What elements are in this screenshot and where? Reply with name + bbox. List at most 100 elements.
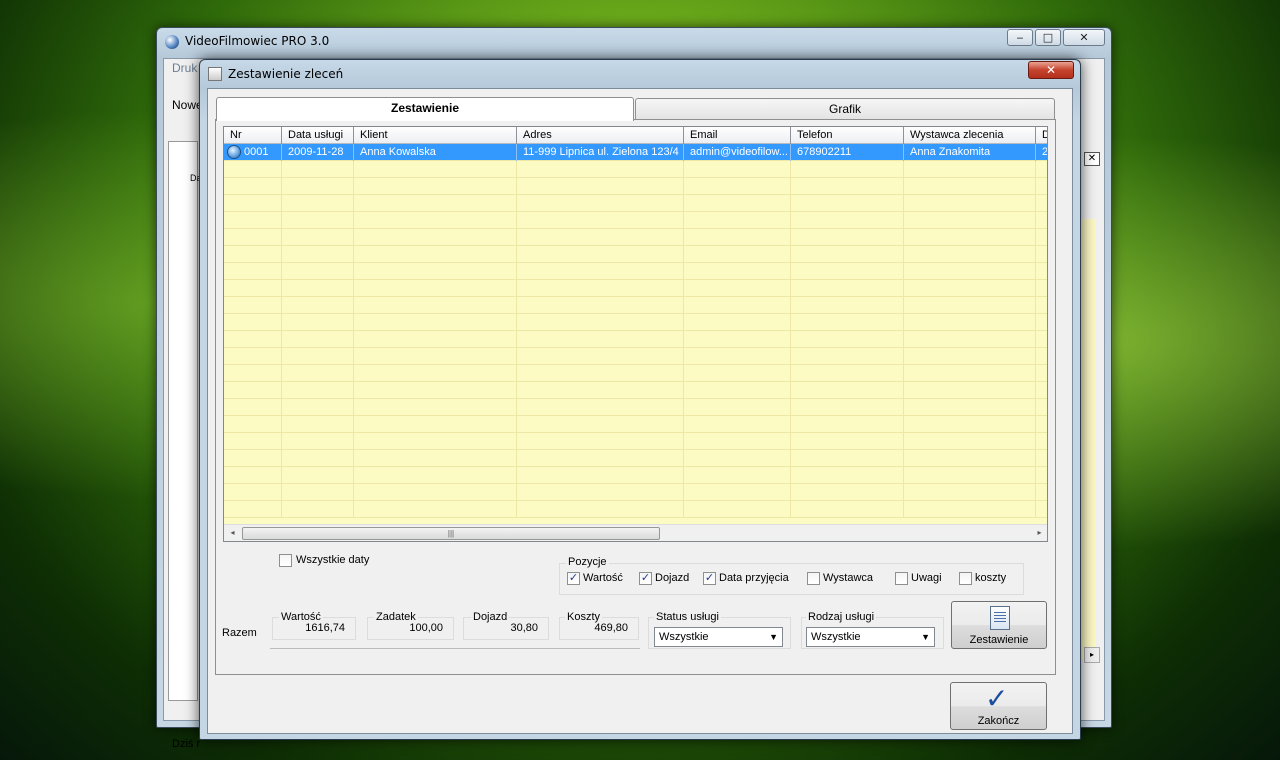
wystawca-label: Wystawca: [823, 572, 874, 584]
checkmark-icon: ✓: [985, 682, 1009, 715]
empty-cell: [1036, 246, 1047, 263]
empty-cell: [684, 263, 791, 280]
column-header[interactable]: Wystawca zlecenia: [904, 127, 1036, 144]
app-close-button[interactable]: ✕: [1063, 29, 1105, 46]
dialog-client-area: Zestawienie Grafik Nr Data usługi Klient Ad…: [207, 88, 1073, 734]
window-caption-buttons: ‒ □ ✕: [1007, 29, 1105, 46]
empty-cell: [282, 195, 354, 212]
empty-table-row: [224, 229, 1047, 246]
empty-cell: [684, 501, 791, 518]
empty-cell: [791, 484, 904, 501]
empty-cell: [224, 348, 282, 365]
tab-grafik[interactable]: Grafik: [635, 98, 1055, 120]
empty-cell: [282, 178, 354, 195]
empty-cell: [1036, 433, 1047, 450]
empty-cell: [684, 195, 791, 212]
report-button-label: Zestawienie: [969, 634, 1029, 646]
empty-cell: [354, 297, 517, 314]
empty-cell: [791, 467, 904, 484]
empty-table-row: [224, 246, 1047, 263]
empty-cell: [224, 195, 282, 212]
column-header[interactable]: Adres: [517, 127, 684, 144]
panel-scroll-arrow[interactable]: ▸: [1084, 647, 1100, 663]
empty-cell: [224, 161, 282, 178]
empty-cell: [904, 314, 1036, 331]
empty-cell: [904, 161, 1036, 178]
empty-table-row: [224, 399, 1047, 416]
uwagi-checkbox[interactable]: [895, 572, 908, 585]
minimize-button[interactable]: ‒: [1007, 29, 1033, 46]
empty-cell: [904, 212, 1036, 229]
empty-cell: [1036, 348, 1047, 365]
status-select-value: Wszystkie: [659, 631, 709, 643]
panel-close-button[interactable]: ✕: [1084, 152, 1100, 166]
wartosc-checkbox[interactable]: ✓: [567, 572, 580, 585]
empty-cell: [904, 195, 1036, 212]
scroll-right-arrow[interactable]: ▸: [1031, 525, 1047, 541]
empty-cell: [282, 297, 354, 314]
empty-cell: [791, 178, 904, 195]
scroll-left-arrow[interactable]: ◂: [224, 525, 241, 541]
app-order-list[interactable]: [168, 141, 198, 701]
wystawca-checkbox[interactable]: [807, 572, 820, 585]
empty-cell: [1036, 484, 1047, 501]
empty-cell: [517, 467, 684, 484]
column-header[interactable]: Data usługi: [282, 127, 354, 144]
empty-table-row: [224, 263, 1047, 280]
koszty-checkbox[interactable]: [959, 572, 972, 585]
empty-table-row: [224, 467, 1047, 484]
orders-grid[interactable]: Nr Data usługi Klient Adres Email Telefon Wyst…: [223, 126, 1048, 542]
dialog-close-button[interactable]: ✕: [1028, 61, 1074, 79]
empty-cell: [517, 365, 684, 382]
empty-cell: [224, 501, 282, 518]
scroll-thumb[interactable]: |||: [242, 527, 660, 540]
finish-button[interactable]: ✓ Zakończ: [950, 682, 1047, 730]
column-header[interactable]: Email: [684, 127, 791, 144]
empty-table-row: [224, 365, 1047, 382]
report-button[interactable]: Zestawienie: [951, 601, 1047, 649]
empty-cell: [224, 331, 282, 348]
column-header[interactable]: Nr: [224, 127, 282, 144]
empty-cell: [904, 501, 1036, 518]
status-label: Status usługi: [654, 611, 721, 623]
status-select[interactable]: Wszystkie ▼: [654, 627, 783, 647]
dojazd-checkbox[interactable]: ✓: [639, 572, 652, 585]
document-icon: [990, 606, 1010, 630]
empty-cell: [282, 161, 354, 178]
empty-cell: [224, 314, 282, 331]
menu-item-druk[interactable]: Druk: [172, 61, 197, 75]
empty-cell: [282, 365, 354, 382]
empty-cell: [354, 348, 517, 365]
empty-table-row: [224, 280, 1047, 297]
empty-cell: [904, 331, 1036, 348]
chevron-down-icon: ▼: [921, 632, 930, 642]
empty-cell: [1036, 229, 1047, 246]
empty-cell: [1036, 297, 1047, 314]
empty-cell: [791, 161, 904, 178]
empty-cell: [354, 416, 517, 433]
empty-cell: [517, 280, 684, 297]
column-header[interactable]: D: [1036, 127, 1047, 144]
horizontal-scrollbar[interactable]: ◂ ||| ▸: [224, 524, 1047, 541]
data-przyjecia-checkbox[interactable]: ✓: [703, 572, 716, 585]
empty-cell: [354, 178, 517, 195]
empty-cell: [224, 246, 282, 263]
all-dates-checkbox[interactable]: [279, 554, 292, 567]
table-row[interactable]: 0001 2009-11-28 Anna Kowalska 11-999 Lipnic…: [224, 144, 1047, 161]
empty-cell: [791, 297, 904, 314]
empty-cell: [224, 263, 282, 280]
empty-cell: [684, 314, 791, 331]
empty-cell: [1036, 195, 1047, 212]
empty-cell: [684, 467, 791, 484]
empty-cell: [354, 365, 517, 382]
empty-cell: [684, 331, 791, 348]
empty-cell: [224, 178, 282, 195]
app-title: VideoFilmowiec PRO 3.0: [185, 34, 330, 48]
rodzaj-select[interactable]: Wszystkie ▼: [806, 627, 935, 647]
tab-zestawienie[interactable]: Zestawienie: [216, 97, 634, 121]
column-header[interactable]: Klient: [354, 127, 517, 144]
empty-cell: [517, 399, 684, 416]
empty-cell: [224, 365, 282, 382]
column-header[interactable]: Telefon: [791, 127, 904, 144]
maximize-button[interactable]: □: [1035, 29, 1061, 46]
